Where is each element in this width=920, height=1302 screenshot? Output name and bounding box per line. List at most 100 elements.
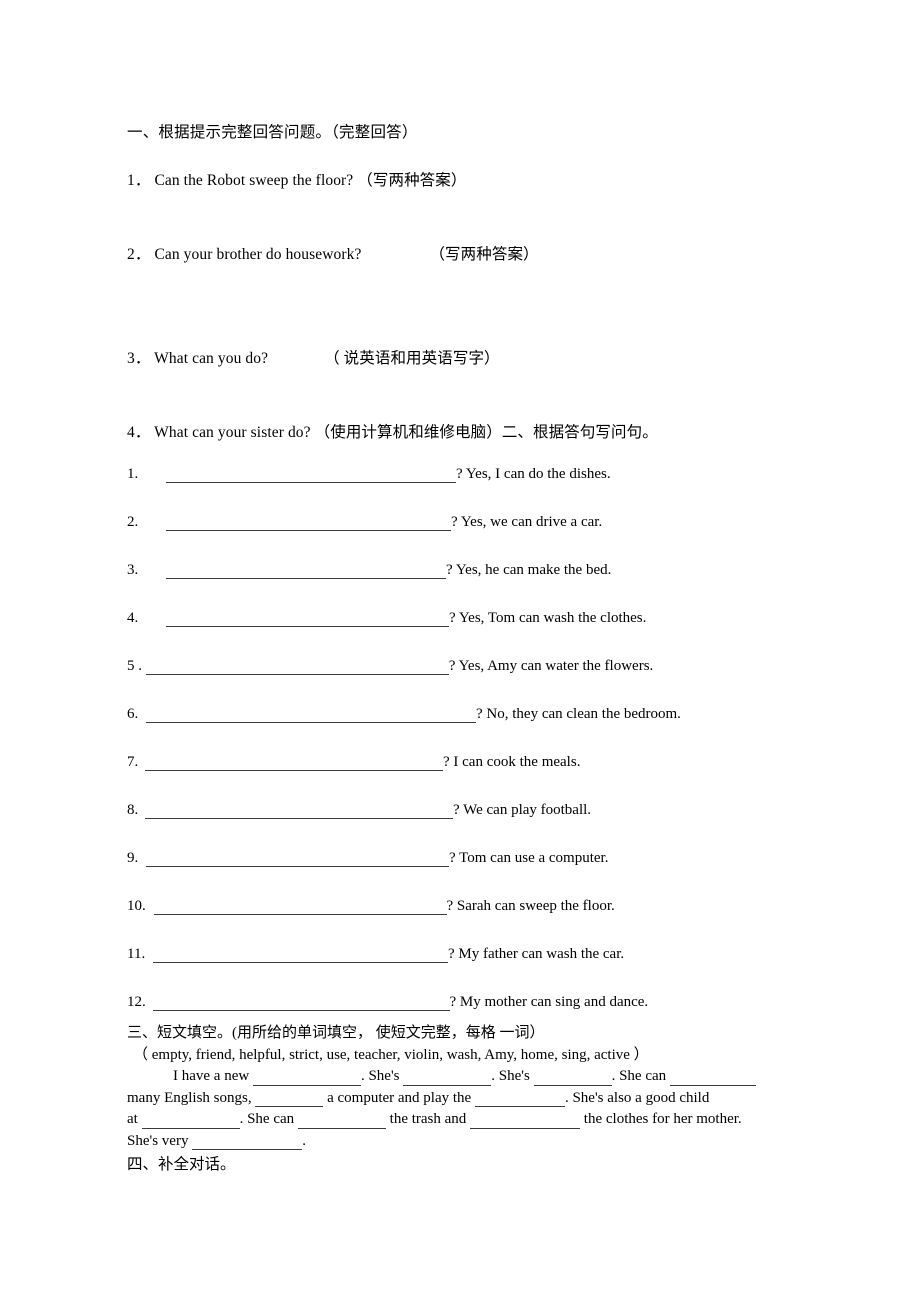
cloze-blank[interactable] <box>470 1116 581 1129</box>
table-row: 7. ? I can cook the meals. <box>127 752 827 800</box>
cloze-text: the trash and <box>389 1111 467 1127</box>
cloze-blank[interactable] <box>403 1073 492 1086</box>
table-row: 12. ? My mother can sing and dance. <box>127 992 827 1018</box>
question-item-4: 4． What can your sister do? （使用计算机和维修电脑）… <box>127 420 827 446</box>
write-in-blank[interactable] <box>152 949 448 963</box>
write-in-blank[interactable] <box>146 709 476 723</box>
item-number: 1. <box>127 466 139 482</box>
cloze-text: a computer and play the <box>327 1089 472 1106</box>
item-number: 11. <box>127 946 146 962</box>
cloze-blank[interactable] <box>297 1116 386 1129</box>
cloze-text: at <box>127 1111 138 1127</box>
item-number: 12. <box>127 994 146 1010</box>
question-item-2: 2． Can your brother do housework? （写两种答案… <box>127 242 827 268</box>
table-row: 1. ? Yes, I can do the dishes. <box>127 464 827 512</box>
question-number: 3． <box>127 350 151 367</box>
cloze-paragraph: I have a new . She's . She's . She can m… <box>127 1066 787 1152</box>
write-in-blank[interactable] <box>145 757 443 771</box>
question-text: Can your brother do housework? <box>154 246 362 263</box>
write-in-blank[interactable] <box>166 613 449 627</box>
question-text: Can the Robot sweep the floor? <box>154 172 354 189</box>
question-text: What can your sister do? <box>154 424 311 441</box>
table-row: 6. ? No, they can clean the bedroom. <box>127 704 827 752</box>
item-answer: ? No, they can clean the bedroom. <box>476 706 681 722</box>
table-row: 4. ? Yes, Tom can wash the clothes. <box>127 608 827 656</box>
cloze-line-2: many English songs, a computer and play … <box>127 1088 787 1110</box>
table-row: 8. ? We can play football. <box>127 800 827 848</box>
answer-blank-list: 1. ? Yes, I can do the dishes. 2. ? Yes,… <box>127 464 827 1018</box>
cloze-line-1: I have a new . She's . She's . She can <box>127 1066 787 1088</box>
item-answer: ? Tom can use a computer. <box>449 850 609 866</box>
question-note: （写两种答案） <box>357 172 467 189</box>
write-in-blank[interactable] <box>166 565 446 579</box>
table-row: 11. ? My father can wash the car. <box>127 944 827 992</box>
write-in-blank[interactable] <box>166 469 456 483</box>
item-number: 8. <box>127 802 139 818</box>
worksheet-page: 一、根据提示完整回答问题。（完整回答） 1． Can the Robot swe… <box>0 0 920 1302</box>
cloze-text: . She's also a good child <box>564 1089 710 1106</box>
cloze-blank[interactable] <box>533 1073 612 1086</box>
table-row: 3. ? Yes, he can make the bed. <box>127 560 827 608</box>
cloze-text: . She can <box>611 1068 667 1084</box>
cloze-text: . She can <box>239 1111 295 1127</box>
cloze-text: the clothes for her mother. <box>583 1111 742 1127</box>
question-item-3: 3． What can you do? （ 说英语和用英语写字） <box>127 346 827 372</box>
cloze-word-bank: （ empty, friend, helpful, strict, use, t… <box>133 1047 649 1063</box>
cloze-blank[interactable] <box>192 1137 303 1150</box>
question-note: （ 说英语和用英语写字） <box>324 350 500 367</box>
item-answer: ? We can play football. <box>453 802 592 818</box>
table-row: 5 . ? Yes, Amy can water the flowers. <box>127 656 827 704</box>
section-three-heading: 三、短文填空。(用所给的单词填空， 使短文完整，每格 一词） <box>127 1025 545 1041</box>
write-in-blank[interactable] <box>166 517 451 531</box>
question-number: 1． <box>127 172 151 189</box>
cloze-blank[interactable] <box>474 1094 565 1107</box>
item-answer: ? Yes, Tom can wash the clothes. <box>449 610 647 626</box>
item-answer: ? Yes, we can drive a car. <box>451 514 603 530</box>
item-answer: ? Yes, he can make the bed. <box>446 562 612 578</box>
cloze-line-3: at . She can the trash and the clothes f… <box>127 1109 787 1131</box>
table-row: 2. ? Yes, we can drive a car. <box>127 512 827 560</box>
item-number: 3. <box>127 562 139 578</box>
cloze-text: many English songs, <box>127 1089 252 1106</box>
cloze-line-4: She's very . <box>127 1131 787 1153</box>
cloze-blank[interactable] <box>252 1073 361 1086</box>
question-text: What can you do? <box>154 350 269 367</box>
question-number: 2． <box>127 246 151 263</box>
item-number: 4. <box>127 610 139 626</box>
table-row: 9. ? Tom can use a computer. <box>127 848 827 896</box>
write-in-blank[interactable] <box>145 661 449 675</box>
cloze-blank[interactable] <box>255 1094 324 1107</box>
item-number: 7. <box>127 754 139 770</box>
table-row: 10. ? Sarah can sweep the floor. <box>127 896 827 944</box>
cloze-text: She's very <box>127 1132 189 1149</box>
item-answer: ? My mother can sing and dance. <box>449 994 649 1010</box>
write-in-blank[interactable] <box>146 853 449 867</box>
item-answer: ? Yes, Amy can water the flowers. <box>448 658 654 674</box>
item-number: 5 . <box>127 658 142 674</box>
question-number: 4． <box>127 424 151 441</box>
worksheet-content: 一、根据提示完整回答问题。（完整回答） 1． Can the Robot swe… <box>127 120 827 1177</box>
cloze-text: . She's <box>491 1068 530 1084</box>
item-number: 6. <box>127 706 139 722</box>
question-item-1: 1． Can the Robot sweep the floor? （写两种答案… <box>127 168 827 194</box>
cloze-text: . <box>302 1132 306 1149</box>
question-note-and-section-two-heading: （使用计算机和维修电脑）二、根据答句写问句。 <box>314 424 658 441</box>
cloze-blank[interactable] <box>141 1116 240 1129</box>
section-four-heading: 四、补全对话。 <box>127 1156 236 1173</box>
cloze-blank[interactable] <box>669 1073 756 1086</box>
item-answer: ? I can cook the meals. <box>443 754 581 770</box>
item-number: 9. <box>127 850 139 866</box>
item-answer: ? Sarah can sweep the floor. <box>446 898 615 914</box>
cloze-text: I have a new <box>173 1068 250 1084</box>
write-in-blank[interactable] <box>145 805 453 819</box>
write-in-blank[interactable] <box>152 997 450 1011</box>
cloze-section: 三、短文填空。(用所给的单词填空， 使短文完整，每格 一词） （ empty, … <box>127 1022 827 1152</box>
item-answer: ? Yes, I can do the dishes. <box>456 466 611 482</box>
write-in-blank[interactable] <box>153 901 447 915</box>
cloze-text: . She's <box>360 1068 400 1084</box>
question-note: （写两种答案） <box>429 246 539 263</box>
item-answer: ? My father can wash the car. <box>447 946 625 962</box>
